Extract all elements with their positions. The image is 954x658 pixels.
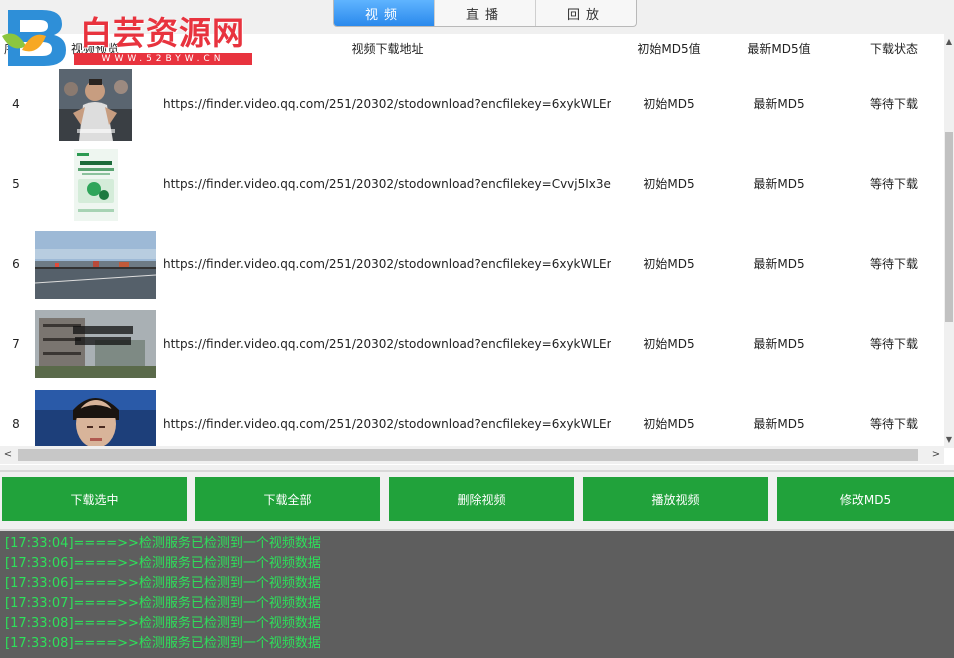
video-thumbnail[interactable] (35, 310, 156, 378)
video-thumbnail[interactable] (59, 69, 132, 141)
delete-video-button[interactable]: 删除视频 (389, 477, 574, 521)
modify-md5-button[interactable]: 修改MD5 (777, 477, 954, 521)
md5-initial: 初始MD5 (643, 337, 695, 351)
video-url[interactable]: https://finder.video.qq.com/251/20302/st… (163, 224, 611, 304)
download-status: 等待下载 (869, 337, 918, 351)
download-status: 等待下载 (869, 97, 918, 111)
log-line: [17:33:06]====>>检测服务已检测到一个视频数据 (5, 556, 321, 571)
tab-live[interactable]: 直播 (435, 0, 536, 26)
thumbnail-building (35, 310, 156, 378)
tab-bar: 视频 直播 回放 (333, 0, 637, 27)
video-url[interactable]: https://finder.video.qq.com/251/20302/st… (163, 64, 611, 144)
logo-url: WWW.52BYW.CN (74, 53, 252, 65)
header-md5-latest: 最新MD5值 (747, 42, 811, 56)
download-status: 等待下载 (869, 177, 918, 191)
thumbnail-highway (35, 231, 156, 299)
log-line: [17:33:07]====>>检测服务已检测到一个视频数据 (5, 596, 321, 611)
scroll-up-icon[interactable]: ▲ (944, 36, 954, 48)
row-index: 7 (12, 337, 20, 351)
video-thumbnail[interactable] (35, 390, 156, 450)
scroll-left-icon[interactable]: < (0, 446, 16, 464)
log-line: [17:33:08]====>>检测服务已检测到一个视频数据 (5, 616, 321, 631)
video-url[interactable]: https://finder.video.qq.com/251/20302/st… (163, 304, 611, 384)
thumbnail-person-crowd (59, 69, 132, 141)
tab-replay[interactable]: 回放 (536, 0, 636, 26)
divider (0, 470, 954, 472)
download-all-button[interactable]: 下载全部 (195, 477, 380, 521)
download-status: 等待下载 (869, 257, 918, 271)
video-thumbnail[interactable] (74, 149, 118, 221)
tab-video[interactable]: 视频 (334, 0, 435, 26)
header-md5-initial: 初始MD5值 (637, 42, 701, 56)
log-line: [17:33:04]====>>检测服务已检测到一个视频数据 (5, 536, 321, 551)
thumbnail-green-card (74, 149, 118, 221)
horizontal-scroll-thumb[interactable] (18, 449, 918, 461)
table-row[interactable]: 4 https://finder.video.qq.com/251/20302/… (0, 64, 944, 144)
scroll-down-icon[interactable]: ▼ (944, 434, 954, 446)
row-index: 5 (12, 177, 20, 191)
watermark-logo: 白芸资源网 WWW.52BYW.CN (2, 6, 252, 68)
video-url[interactable]: https://finder.video.qq.com/251/20302/st… (163, 144, 611, 224)
play-video-button[interactable]: 播放视频 (583, 477, 768, 521)
md5-initial: 初始MD5 (643, 257, 695, 271)
log-panel: [17:33:04]====>>检测服务已检测到一个视频数据 [17:33:06… (0, 529, 954, 658)
row-index: 6 (12, 257, 20, 271)
vertical-scrollbar[interactable]: ▲ ▼ (944, 34, 954, 448)
log-line: [17:33:08]====>>检测服务已检测到一个视频数据 (5, 636, 321, 651)
logo-b-leaf-icon (2, 10, 66, 66)
download-selected-button[interactable]: 下载选中 (2, 477, 187, 521)
video-thumbnail[interactable] (35, 231, 156, 299)
video-table: 序号 视频预览 视频下载地址 初始MD5值 最新MD5值 下载状态 4 (0, 34, 954, 465)
md5-latest: 最新MD5 (753, 97, 805, 111)
row-index: 4 (12, 97, 20, 111)
md5-latest: 最新MD5 (753, 337, 805, 351)
log-line: [17:33:06]====>>检测服务已检测到一个视频数据 (5, 576, 321, 591)
table-row[interactable]: 6 https://finder.video.qq.com/251/20302/… (0, 224, 944, 304)
md5-latest: 最新MD5 (753, 257, 805, 271)
vertical-scroll-thumb[interactable] (945, 132, 953, 322)
md5-latest: 最新MD5 (753, 177, 805, 191)
md5-initial: 初始MD5 (643, 177, 695, 191)
horizontal-scrollbar[interactable]: < > (0, 446, 944, 464)
table-row[interactable]: 7 https://finder.video.qq.com/251/20302/… (0, 304, 944, 384)
thumbnail-portrait (35, 390, 156, 450)
table-row[interactable]: 5 https://finder.video.qq.com/251/20302/… (0, 144, 944, 224)
scroll-right-icon[interactable]: > (928, 446, 944, 464)
md5-initial: 初始MD5 (643, 97, 695, 111)
header-status: 下载状态 (869, 42, 918, 56)
logo-title: 白芸资源网 (80, 14, 246, 52)
